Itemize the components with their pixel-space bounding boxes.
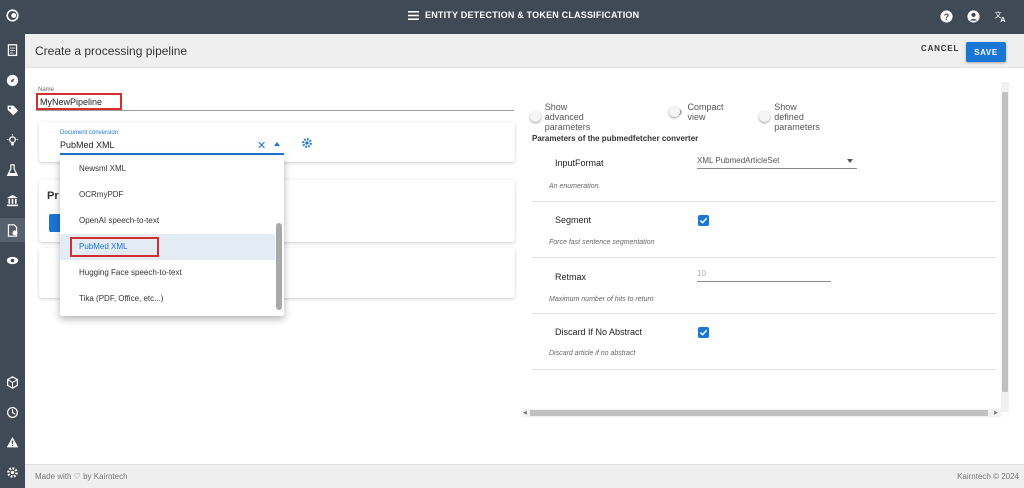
param-name: Discard If No Abstract <box>555 327 643 337</box>
history-icon[interactable] <box>4 404 21 421</box>
footer: Made with ♡ by Kairntech Kairntech © 202… <box>25 464 1024 488</box>
dropdown-option-newsml[interactable]: Newsml XML <box>60 156 275 182</box>
param-desc: Discard article if no abstract <box>549 350 636 357</box>
svg-text:A: A <box>1000 15 1006 23</box>
account-icon[interactable] <box>966 9 981 24</box>
processors-title: Pr <box>47 190 59 202</box>
translate-icon[interactable]: 文A <box>993 9 1008 24</box>
app-title: ENTITY DETECTION & TOKEN CLASSIFICATION <box>425 10 640 20</box>
dropdown-option-huggingface[interactable]: Hugging Face speech-to-text <box>60 260 275 286</box>
dropdown-option-tika[interactable]: Tika (PDF, Office, etc...) <box>60 286 275 312</box>
param-desc: An enumeration. <box>549 183 601 190</box>
pipeline-icon[interactable] <box>0 218 25 242</box>
top-app-bar: ENTITY DETECTION & TOKEN CLASSIFICATION … <box>25 0 1024 34</box>
parameters-title: Parameters of the pubmedfetcher converte… <box>532 134 699 143</box>
scroll-right-icon[interactable]: ▶ <box>994 410 998 416</box>
menu-icon[interactable] <box>408 10 419 20</box>
dropdown-scrollbar[interactable] <box>276 223 282 310</box>
conversion-field-label: Document conversion <box>60 130 119 136</box>
chevron-up-icon[interactable] <box>274 142 280 146</box>
param-name: Segment <box>555 215 592 225</box>
bank-icon[interactable] <box>4 192 21 209</box>
settings-icon[interactable] <box>4 464 21 481</box>
compact-view-toggle[interactable]: Compact view <box>669 102 728 122</box>
save-button[interactable]: SAVE <box>966 42 1006 62</box>
inputformat-value: XML PubmedArticleSet <box>697 156 780 165</box>
page-header: Create a processing pipeline CANCEL SAVE <box>25 34 1024 68</box>
segment-checkbox[interactable] <box>698 215 709 226</box>
lightbulb-icon[interactable] <box>4 132 21 149</box>
param-row-segment: Segment Force fast sentence segmentation <box>532 202 997 258</box>
dropdown-option-openai-speech[interactable]: OpenAI speech-to-text <box>60 208 275 234</box>
footer-credit: Made with ♡ by Kairntech <box>35 472 128 481</box>
footer-copyright: Kairntech © 2024 <box>957 472 1019 481</box>
param-desc: Force fast sentence segmentation <box>549 239 655 246</box>
lab-flask-icon[interactable] <box>4 162 21 179</box>
help-icon[interactable]: ? <box>939 9 954 24</box>
name-input-underline <box>36 110 514 111</box>
param-row-discard: Discard If No Abstract Discard article i… <box>532 314 997 370</box>
clear-icon[interactable]: ✕ <box>257 139 266 152</box>
conversion-select[interactable]: PubMed XML <box>60 140 115 150</box>
highlight-box <box>70 237 159 257</box>
compact-view-label: Compact view <box>687 102 724 122</box>
chevron-down-icon <box>847 159 853 163</box>
param-name: Retmax <box>555 272 587 282</box>
app-title-group: ENTITY DETECTION & TOKEN CLASSIFICATION <box>408 10 639 20</box>
explore-icon[interactable] <box>4 72 21 89</box>
dropdown-option-ocrmypdf[interactable]: OCRmyPDF <box>60 182 275 208</box>
param-row-retmax: Retmax 10 Maximum number of hits to retu… <box>532 258 997 314</box>
advanced-params-toggle[interactable]: Show advanced parameters <box>530 102 599 132</box>
check-icon <box>699 329 708 336</box>
scroll-left-icon[interactable]: ◀ <box>523 410 527 416</box>
conversion-select-underline <box>60 153 284 155</box>
check-icon <box>699 217 708 224</box>
tags-icon[interactable] <box>4 102 21 119</box>
scroll-thumb[interactable] <box>1002 92 1008 392</box>
conversion-dropdown-menu: Newsml XML OCRmyPDF OpenAI speech-to-tex… <box>60 156 284 316</box>
gear-icon[interactable] <box>301 137 313 149</box>
param-desc: Maximum number of hits to return <box>549 296 654 303</box>
param-name: InputFormat <box>555 158 604 168</box>
cancel-button[interactable]: CANCEL <box>921 44 959 53</box>
main-content: Name MyNewPipeline Pr Document conversio… <box>25 68 1024 464</box>
svg-text:?: ? <box>944 12 949 22</box>
header-actions: ? 文A <box>939 9 1008 24</box>
scroll-thumb[interactable] <box>530 410 988 416</box>
eye-icon[interactable] <box>4 252 21 269</box>
cube-icon[interactable] <box>4 374 21 391</box>
page-title: Create a processing pipeline <box>35 44 188 58</box>
retmax-input[interactable]: 10 <box>697 269 831 282</box>
warning-icon[interactable] <box>4 434 21 451</box>
inputformat-select[interactable]: XML PubmedArticleSet <box>697 156 857 169</box>
advanced-params-label: Show advanced parameters <box>544 102 591 132</box>
parameters-horizontal-scrollbar[interactable]: ◀ ▶ <box>522 409 1001 417</box>
defined-params-label: Show defined parameters <box>774 102 820 132</box>
discard-checkbox[interactable] <box>698 327 709 338</box>
logo-icon[interactable] <box>4 7 21 24</box>
name-input[interactable]: MyNewPipeline <box>36 93 122 110</box>
parameters-vertical-scrollbar[interactable] <box>1001 82 1009 412</box>
defined-params-toggle[interactable]: Show defined parameters <box>759 102 828 132</box>
documents-icon[interactable] <box>4 42 21 59</box>
sidebar <box>0 0 25 488</box>
param-row-inputformat: InputFormat XML PubmedArticleSet An enum… <box>532 146 997 202</box>
dropdown-option-pubmed[interactable]: PubMed XML <box>60 234 275 260</box>
